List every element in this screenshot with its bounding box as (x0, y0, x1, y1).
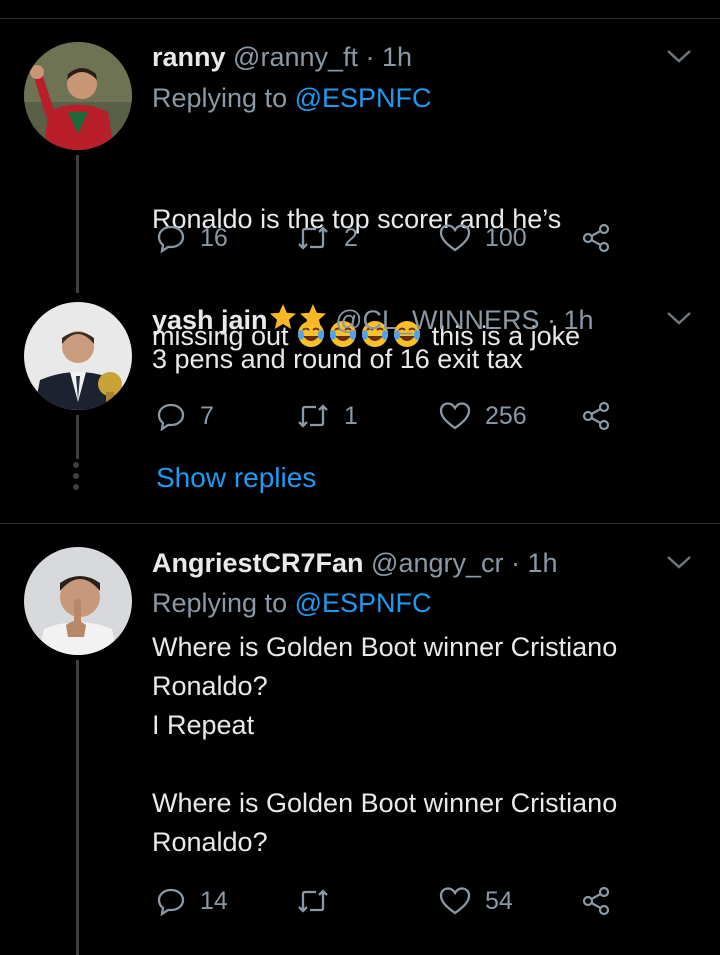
display-name[interactable]: ranny (152, 42, 226, 72)
timestamp[interactable]: · 1h (511, 548, 558, 578)
chevron-down-icon[interactable] (664, 308, 694, 328)
retweet-icon (298, 226, 328, 250)
show-replies-link[interactable]: Show replies (156, 462, 316, 494)
star-icon (268, 304, 298, 335)
tweet-actions: 16 2 100 (156, 221, 626, 255)
mention-link[interactable]: @ESPNFC (295, 83, 432, 113)
like-count: 100 (485, 223, 527, 252)
user-handle[interactable]: @angry_cr (371, 548, 503, 578)
star-icon (298, 304, 328, 335)
like-count: 256 (485, 401, 527, 430)
share-icon (582, 223, 610, 253)
tweet-text: Ronaldo is the top scorer and he’s missi… (152, 122, 697, 434)
timestamp[interactable]: · 1h (366, 42, 413, 72)
avatar[interactable] (24, 302, 132, 410)
retweet-count: 1 (344, 401, 358, 430)
share-icon (582, 401, 610, 431)
replying-prefix: Replying to (152, 83, 288, 113)
display-name[interactable]: AngriestCR7Fan (152, 548, 364, 578)
retweet-button[interactable]: 2 (296, 221, 358, 255)
replying-prefix: Replying to (152, 588, 288, 618)
share-button[interactable] (580, 221, 612, 255)
thread-divider (0, 523, 720, 524)
heart-icon (439, 887, 471, 915)
reply-icon (157, 225, 185, 253)
retweet-icon (298, 404, 328, 428)
retweet-button[interactable]: 1 (296, 399, 358, 433)
chevron-down-icon[interactable] (664, 46, 694, 66)
replying-to: Replying to @ESPNFC (152, 586, 432, 620)
tweet-actions: 7 1 256 (156, 399, 626, 433)
user-handle[interactable]: @ranny_ft (233, 42, 358, 72)
tweet-actions: 14 54 (156, 884, 626, 918)
user-handle[interactable]: @CL_WINNERS (335, 305, 539, 335)
like-count: 54 (485, 886, 513, 915)
reply-icon (157, 403, 185, 431)
retweet-icon (298, 889, 328, 913)
display-name[interactable]: yash jain (152, 305, 268, 335)
reply-button[interactable]: 14 (156, 884, 228, 918)
thread-line (76, 660, 79, 955)
reply-button[interactable]: 7 (156, 399, 214, 433)
like-button[interactable]: 54 (439, 884, 513, 918)
reply-icon (157, 888, 185, 916)
avatar[interactable] (24, 547, 132, 655)
retweet-count: 2 (344, 223, 358, 252)
share-icon (582, 886, 610, 916)
reply-count: 7 (200, 401, 214, 430)
share-button[interactable] (580, 399, 612, 433)
like-button[interactable]: 256 (439, 399, 527, 433)
share-button[interactable] (580, 884, 612, 918)
retweet-button[interactable] (296, 884, 344, 918)
heart-icon (439, 224, 471, 252)
reply-button[interactable]: 16 (156, 221, 228, 255)
tweet-text: Where is Golden Boot winner Cristiano Ro… (152, 632, 618, 857)
chevron-down-icon[interactable] (664, 552, 694, 572)
replying-to: Replying to @ESPNFC (152, 81, 432, 115)
heart-icon (439, 402, 471, 430)
tweet-text: 3 pens and round of 16 exit tax (152, 344, 523, 374)
like-button[interactable]: 100 (439, 221, 527, 255)
tweet-header: yash jain @CL_WINNERS · 1h (152, 302, 594, 337)
thread-line (76, 155, 79, 293)
top-divider (0, 18, 720, 19)
tweet-header: AngriestCR7Fan @angry_cr · 1h (152, 546, 558, 580)
mention-link[interactable]: @ESPNFC (295, 588, 432, 618)
avatar[interactable] (24, 42, 132, 150)
tweet-header: ranny @ranny_ft · 1h (152, 40, 412, 74)
reply-count: 14 (200, 886, 228, 915)
reply-count: 16 (200, 223, 228, 252)
timestamp[interactable]: · 1h (547, 305, 594, 335)
more-replies-dots (73, 462, 79, 490)
thread-line (76, 415, 79, 459)
